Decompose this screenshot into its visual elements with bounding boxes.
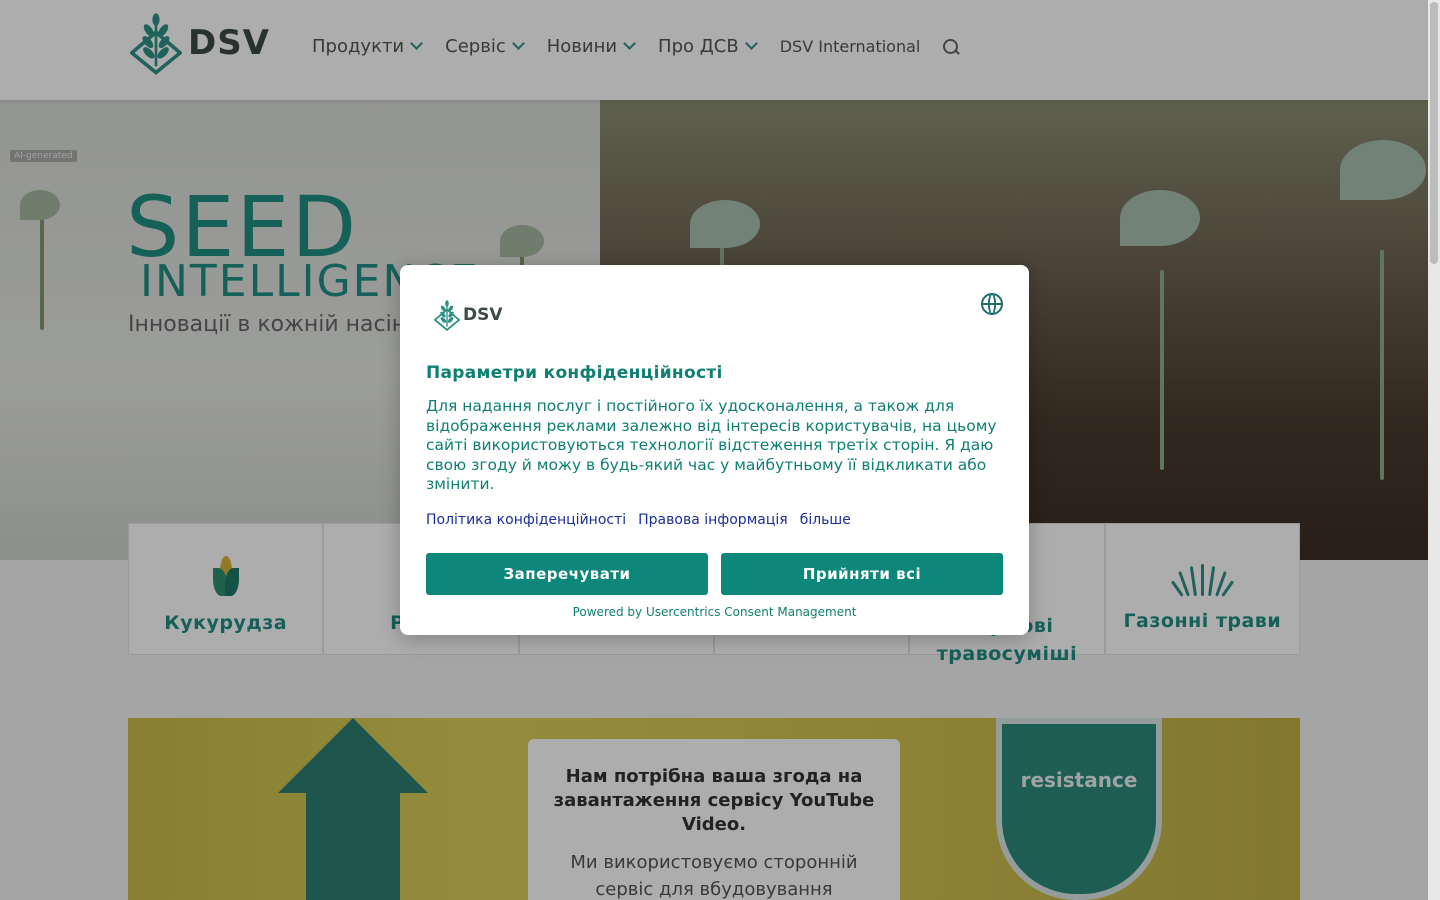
modal-links: Політика конфіденційності Правова інформ…	[426, 512, 863, 528]
modal-logo: DSV	[434, 299, 503, 331]
modal-body-text: Для надання послуг і постійного їх удоск…	[426, 397, 997, 494]
powered-by-text[interactable]: Powered by Usercentrics Consent Manageme…	[400, 605, 1029, 619]
legal-info-link[interactable]: Правова інформація	[638, 512, 788, 528]
scrollbar-thumb[interactable]	[1430, 2, 1438, 264]
modal-buttons: Заперечувати Прийняти всі	[426, 553, 1003, 595]
wheat-diamond-icon	[434, 300, 460, 331]
privacy-policy-link[interactable]: Політика конфіденційності	[426, 512, 626, 528]
modal-title: Параметри конфіденційності	[426, 363, 723, 383]
privacy-consent-modal: DSV Параметри конфіденційності Для надан…	[400, 265, 1029, 635]
deny-button[interactable]: Заперечувати	[426, 553, 708, 595]
accept-all-button[interactable]: Прийняти всі	[721, 553, 1003, 595]
page-scrollbar[interactable]	[1428, 0, 1440, 900]
globe-icon[interactable]	[981, 293, 1003, 315]
modal-logo-text: DSV	[463, 305, 503, 325]
more-link[interactable]: більше	[800, 512, 851, 528]
